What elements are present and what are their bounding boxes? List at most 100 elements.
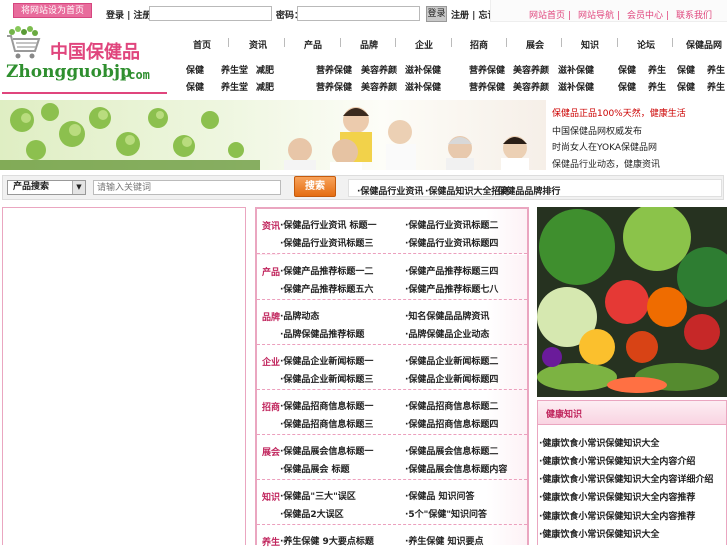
nav-sub-item[interactable]: 养生堂 [221, 63, 248, 76]
news-link[interactable]: ·保健品行业资讯标题三 [280, 236, 373, 249]
nav-forum[interactable]: 论坛 [637, 38, 655, 51]
news-link[interactable]: ·保健品行业资讯 标题一 [280, 218, 377, 231]
news-link[interactable]: ·保健品企业新闻标题一 [280, 354, 373, 367]
news-category[interactable]: 品牌 [262, 310, 280, 323]
top-link-nav[interactable]: 网站导航 | [578, 8, 620, 21]
side-link[interactable]: ·健康饮食小常识保健知识大全 [539, 527, 659, 540]
news-link[interactable]: ·知名保健品品牌资讯 [405, 309, 489, 322]
top-link-member[interactable]: 会员中心 | [627, 8, 669, 21]
news-link[interactable]: ·养生保健 9大要点标题 [280, 534, 374, 547]
news-link[interactable]: ·保健品招商信息标题四 [405, 417, 498, 430]
news-link[interactable]: ·保健品2大误区 [280, 507, 344, 520]
news-link[interactable]: ·保健产品推荐标题五六 [280, 282, 373, 295]
side-link[interactable]: ·健康饮食小常识保健知识大全内容详细介绍 [539, 472, 713, 485]
nav-sub-item[interactable]: 保健 [186, 80, 204, 93]
side-link[interactable]: ·健康饮食小常识保健知识大全 [539, 436, 659, 449]
nav-investment[interactable]: 招商 [470, 38, 488, 51]
nav-sub-item[interactable]: 保健 [618, 80, 636, 93]
news-category[interactable]: 资讯 [262, 219, 280, 232]
news-link[interactable]: ·保健品 知识问答 [405, 489, 475, 502]
news-category[interactable]: 企业 [262, 355, 280, 368]
news-link[interactable]: ·保健品招商信息标题二 [405, 399, 498, 412]
nav-news[interactable]: 资讯 [249, 38, 267, 51]
news-category[interactable]: 展会 [262, 445, 280, 458]
top-link-home[interactable]: 网站首页 | [529, 8, 571, 21]
vegetables-image[interactable] [537, 207, 727, 397]
password-input[interactable] [297, 6, 420, 21]
news-link[interactable]: ·保健品展会信息标题内容 [405, 462, 507, 475]
nav-exhibitions[interactable]: 展会 [526, 38, 544, 51]
search-button[interactable]: 搜索 [294, 176, 336, 197]
nav-sub-item[interactable]: 美容养颜 [361, 80, 397, 93]
side-link[interactable]: ·健康饮食小常识保健知识大全内容介绍 [539, 454, 695, 467]
news-category[interactable]: 知识 [262, 490, 280, 503]
news-link[interactable]: ·保健产品推荐标题三四 [405, 264, 498, 277]
news-category[interactable]: 招商 [262, 400, 280, 413]
nav-sub-item[interactable]: 养生 [707, 80, 725, 93]
side-link[interactable]: ·健康饮食小常识保健知识大全内容推荐 [539, 490, 695, 503]
nav-sub-item[interactable]: 养生 [707, 63, 725, 76]
news-link[interactable]: ·保健品展会信息标题二 [405, 444, 498, 457]
news-link[interactable]: ·保健品展会信息标题一 [280, 444, 373, 457]
nav-home[interactable]: 首页 [193, 38, 211, 51]
nav-sub-item[interactable]: 减肥 [256, 63, 274, 76]
nav-sub-item[interactable]: 滋补保健 [405, 80, 441, 93]
nav-sub-item[interactable]: 养生 [648, 80, 666, 93]
nav-knowledge[interactable]: 知识 [581, 38, 599, 51]
news-link[interactable]: ·保健产品推荐标题一二 [280, 264, 373, 277]
news-category[interactable]: 产品 [262, 265, 280, 278]
news-link[interactable]: ·保健品企业新闻标题三 [280, 372, 373, 385]
news-link[interactable]: ·保健品招商信息标题一 [280, 399, 373, 412]
news-link[interactable]: ·养生保健 知识要点 [405, 534, 484, 547]
username-input[interactable] [149, 6, 272, 21]
nav-sub-item[interactable]: 营养保健 [316, 80, 352, 93]
nav-products[interactable]: 产品 [304, 38, 322, 51]
login-register-link[interactable]: 登录 | 注册 [106, 8, 152, 21]
news-link[interactable]: ·保健品行业资讯标题四 [405, 236, 498, 249]
nav-sub-item[interactable]: 滋补保健 [405, 63, 441, 76]
set-homepage-button[interactable]: 将网站设为首页 [13, 3, 92, 18]
hot-keyword-link[interactable]: ·保健品品牌排行 [494, 184, 560, 197]
news-link[interactable]: ·保健品企业新闻标题二 [405, 354, 498, 367]
news-link[interactable]: ·5个"保健"知识问答 [405, 507, 487, 520]
chevron-down-icon[interactable]: ▼ [72, 181, 85, 194]
nav-sub-item[interactable]: 美容养颜 [513, 63, 549, 76]
search-input[interactable] [93, 180, 281, 195]
promo-line[interactable]: 保健品行业动态，健康资讯 [552, 157, 660, 170]
nav-companies[interactable]: 企业 [415, 38, 433, 51]
nav-sub-item[interactable]: 减肥 [256, 80, 274, 93]
news-link[interactable]: ·品牌保健品推荐标题 [280, 327, 364, 340]
news-link[interactable]: ·保健品企业新闻标题四 [405, 372, 498, 385]
nav-sub-item[interactable]: 保健 [186, 63, 204, 76]
banner-image[interactable] [0, 100, 546, 170]
hot-keyword-link[interactable]: ·保健品行业资讯 [357, 184, 423, 197]
search-type-select[interactable]: 产品搜索 ▼ [7, 180, 86, 195]
promo-line[interactable]: 时尚女人在YOKA保健品网 [552, 140, 657, 153]
nav-sub-item[interactable]: 养生堂 [221, 80, 248, 93]
nav-sub-item[interactable]: 营养保健 [469, 63, 505, 76]
nav-sub-item[interactable]: 保健 [618, 63, 636, 76]
promo-line[interactable]: 中国保健品网权威发布 [552, 124, 642, 137]
news-link[interactable]: ·品牌动态 [280, 309, 319, 322]
nav-sub-item[interactable]: 滋补保健 [558, 80, 594, 93]
nav-sub-item[interactable]: 美容养颜 [361, 63, 397, 76]
nav-sub-item[interactable]: 营养保健 [469, 80, 505, 93]
nav-sub-item[interactable]: 保健 [677, 63, 695, 76]
side-link[interactable]: ·健康饮食小常识保健知识大全内容推荐 [539, 509, 695, 522]
news-link[interactable]: ·保健品行业资讯标题二 [405, 218, 498, 231]
nav-sub-item[interactable]: 营养保健 [316, 63, 352, 76]
nav-sub-item[interactable]: 滋补保健 [558, 63, 594, 76]
news-link[interactable]: ·品牌保健品企业动态 [405, 327, 489, 340]
news-link[interactable]: ·保健品展会 标题 [280, 462, 350, 475]
login-button[interactable]: 登录 [426, 6, 447, 22]
nav-site[interactable]: 保健品网 [686, 38, 722, 51]
nav-brands[interactable]: 品牌 [360, 38, 378, 51]
promo-line[interactable]: 保健品正品100%天然，健康生活 [552, 106, 686, 119]
nav-sub-item[interactable]: 保健 [677, 80, 695, 93]
top-link-contact[interactable]: 联系我们 [676, 8, 712, 21]
nav-sub-item[interactable]: 美容养颜 [513, 80, 549, 93]
news-link[interactable]: ·保健品招商信息标题三 [280, 417, 373, 430]
nav-sub-item[interactable]: 养生 [648, 63, 666, 76]
news-category[interactable]: 养生 [262, 535, 280, 548]
news-link[interactable]: ·保健品"三大"误区 [280, 489, 356, 502]
